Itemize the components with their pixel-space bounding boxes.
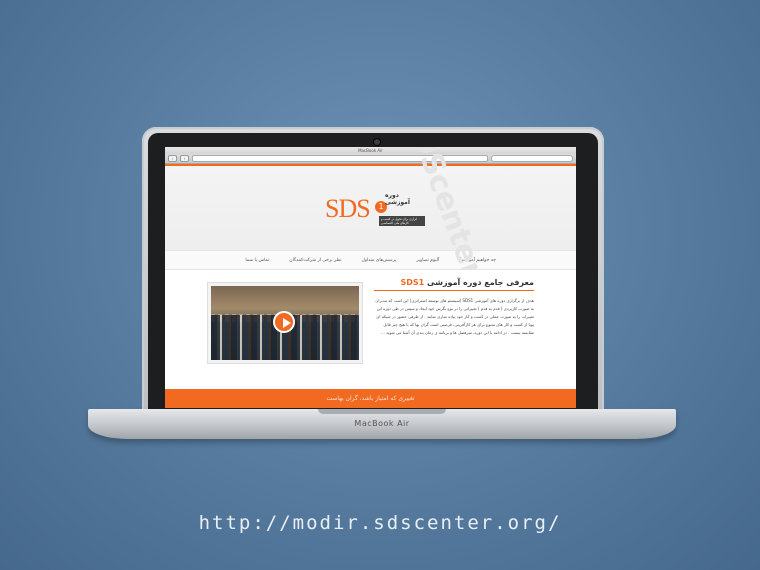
intro-article: معرفی جامع دوره آموزشی SDS1 هدف از برگزا…: [374, 278, 534, 337]
video-thumbnail[interactable]: [211, 286, 359, 360]
page-url-text: http://modir.sdscenter.org/: [198, 512, 562, 534]
article-title: معرفی جامع دوره آموزشی SDS1: [374, 278, 534, 287]
back-icon[interactable]: ‹: [168, 155, 177, 162]
forward-icon[interactable]: ›: [180, 155, 189, 162]
browser-screen: MacBook Air ‹ › SDScenter SDS 1 دوره آمو…: [165, 147, 576, 408]
article-title-text: معرفی جامع دوره آموزشی: [426, 278, 534, 287]
site-logo[interactable]: SDS 1 دوره آموزشی ابزاری برای تحول در کس…: [325, 188, 425, 228]
play-icon[interactable]: [273, 311, 295, 333]
logo-text: SDS: [325, 194, 371, 223]
nav-item-faq[interactable]: پرسش‌های متداول: [352, 258, 407, 263]
article-title-highlight: SDS1: [400, 278, 425, 287]
browser-search-input[interactable]: [491, 155, 573, 162]
nav-item-gallery[interactable]: آلبوم تصاویر: [406, 258, 449, 263]
browser-toolbar: ‹ ›: [165, 154, 576, 164]
main-content: معرفی جامع دوره آموزشی SDS1 هدف از برگزا…: [165, 270, 576, 368]
camera-icon: [374, 139, 380, 145]
title-underline: [374, 290, 534, 291]
device-label: MacBook Air: [354, 419, 410, 428]
browser-title: MacBook Air: [165, 147, 576, 154]
laptop-base: MacBook Air: [88, 409, 676, 439]
laptop-hinge-notch: [318, 409, 446, 414]
site-header: SDScenter SDS 1 دوره آموزشی ابزاری برای …: [165, 147, 576, 283]
nav-item-testimonials[interactable]: نظر برخی از شرکت‌کنندگان: [279, 258, 351, 263]
logo-tagline: ابزاری برای تحول در کسب و کارهای ملی اخت…: [379, 216, 425, 226]
logo-title: دوره آموزشی: [385, 192, 410, 206]
footer-bar: تغییری که امتیاز باشد، گران بهاست: [165, 389, 576, 408]
footer-slogan: تغییری که امتیاز باشد، گران بهاست: [326, 395, 415, 402]
article-body: هدف از برگزاری دوره های آموزشی SDS1 (سیس…: [375, 298, 534, 335]
nav-item-contact[interactable]: تماس با شما: [235, 258, 279, 263]
video-card[interactable]: [207, 282, 363, 364]
main-nav: چه خواهیم آموخت؟ آلبوم تصاویر پرسش‌های م…: [165, 250, 576, 270]
